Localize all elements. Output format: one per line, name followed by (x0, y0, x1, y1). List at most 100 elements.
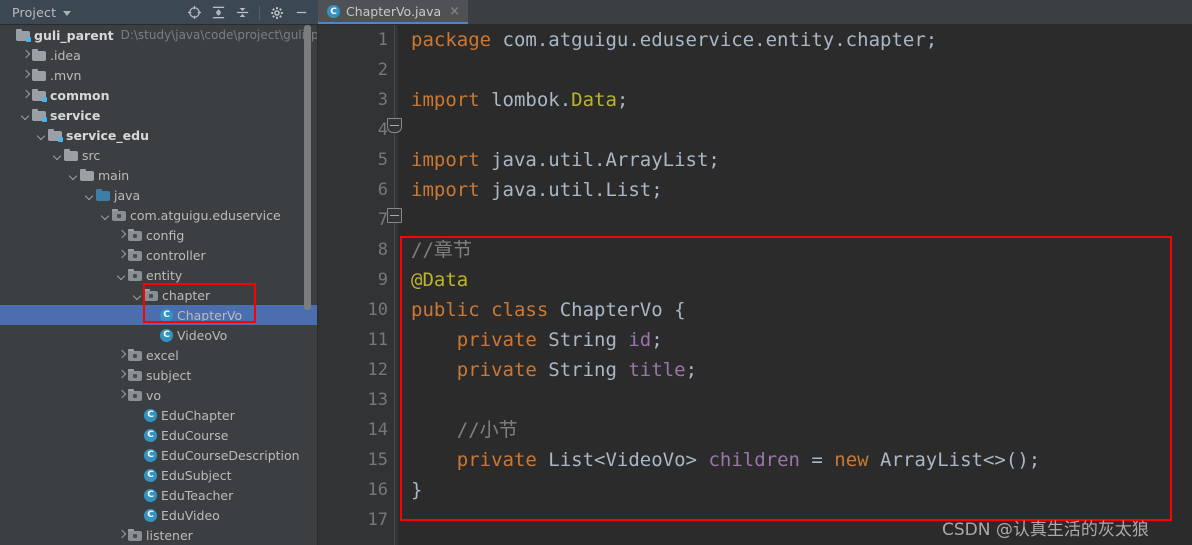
tree-item--idea[interactable]: .idea (0, 45, 317, 65)
close-icon[interactable]: × (449, 5, 460, 18)
code-line-16[interactable]: } (398, 475, 1192, 505)
tree-item-excel[interactable]: excel (0, 345, 317, 365)
chevron-right-icon[interactable] (116, 370, 127, 381)
chevron-right-icon[interactable] (116, 230, 127, 241)
code-line-2[interactable] (398, 55, 1192, 85)
hide-minimize-icon[interactable] (290, 2, 312, 24)
code-line-13[interactable] (398, 385, 1192, 415)
code-line-4[interactable] (398, 115, 1192, 145)
tree-item-videovo[interactable]: C VideoVo (0, 325, 317, 345)
tree-item-label: ChapterVo (177, 307, 243, 323)
tab-chaptervo-java[interactable]: C ChapterVo.java × (318, 0, 469, 24)
tree-item-eduvideo[interactable]: C EduVideo (0, 505, 317, 525)
chevron-down-icon[interactable] (84, 190, 95, 201)
tree-item-chaptervo[interactable]: C ChapterVo (0, 305, 317, 325)
toolbar-divider (259, 5, 260, 20)
chevron-down-icon[interactable] (68, 170, 79, 181)
code-token: package (411, 29, 503, 51)
chevron-right-icon[interactable] (20, 50, 31, 61)
editor-code-area[interactable]: package com.atguigu.eduservice.entity.ch… (398, 25, 1192, 545)
tree-item-label: VideoVo (177, 327, 228, 343)
project-toolwindow-title[interactable]: Project (12, 5, 56, 20)
code-line-15[interactable]: private List<VideoVo> children = new Arr… (398, 445, 1192, 475)
settings-gear-icon[interactable] (266, 2, 288, 24)
tree-item-subject[interactable]: subject (0, 365, 317, 385)
chevron-down-icon[interactable] (63, 10, 72, 16)
collapse-all-icon[interactable] (231, 2, 253, 24)
package-icon (128, 269, 142, 281)
package-icon (112, 209, 126, 221)
line-number: 2 (377, 60, 388, 80)
tree-item--mvn[interactable]: .mvn (0, 65, 317, 85)
code-line-11[interactable]: private String id; (398, 325, 1192, 355)
tree-item-service[interactable]: service (0, 105, 317, 125)
tree-item-label: config (146, 227, 185, 243)
fold-rail (394, 25, 395, 545)
chevron-down-icon[interactable] (132, 290, 143, 301)
tree-item-java[interactable]: java (0, 185, 317, 205)
tree-scrollbar[interactable] (304, 25, 311, 310)
code-token: import (411, 179, 492, 201)
tree-item-main[interactable]: main (0, 165, 317, 185)
code-line-7[interactable] (398, 205, 1192, 235)
chevron-right-icon[interactable] (20, 70, 31, 81)
chevron-right-icon[interactable] (116, 250, 127, 261)
tree-item-src[interactable]: src (0, 145, 317, 165)
tree-item-common[interactable]: common (0, 85, 317, 105)
module-folder-icon (32, 109, 47, 122)
tree-item-label: java (114, 187, 141, 203)
project-toolwindow-header: Project (0, 0, 318, 25)
code-line-8[interactable]: //章节 (398, 235, 1192, 265)
tree-item-educourse[interactable]: C EduCourse (0, 425, 317, 445)
code-line-9[interactable]: @Data (398, 265, 1192, 295)
tree-item-vo[interactable]: vo (0, 385, 317, 405)
tree-item-educoursedescription[interactable]: C EduCourseDescription (0, 445, 317, 465)
body: guli_parent D:\study\java\code\project\gu… (0, 25, 1192, 545)
chevron-down-icon[interactable] (36, 130, 47, 141)
chevron-right-icon[interactable] (116, 530, 127, 541)
tree-item-educhapter[interactable]: C EduChapter (0, 405, 317, 425)
code-token: = (811, 449, 835, 471)
editor-tab-bar: C ChapterVo.java × (318, 0, 1192, 25)
tree-item-chapter[interactable]: chapter (0, 285, 317, 305)
expand-all-icon[interactable] (207, 2, 229, 24)
line-number: 17 (367, 510, 388, 530)
tree-item-config[interactable]: config (0, 225, 317, 245)
project-tree-panel[interactable]: guli_parent D:\study\java\code\project\gu… (0, 25, 318, 545)
tree-item-label: .idea (50, 47, 81, 63)
chevron-down-icon[interactable] (20, 110, 31, 121)
code-line-14[interactable]: //小节 (398, 415, 1192, 445)
tree-item-guli-parent[interactable]: guli_parent D:\study\java\code\project\gu… (0, 25, 317, 45)
tree-item-label: entity (146, 267, 183, 283)
line-number: 12 (367, 360, 388, 380)
package-icon (128, 349, 142, 361)
chevron-down-icon[interactable] (100, 210, 111, 221)
chevron-down-icon[interactable] (116, 270, 127, 281)
tree-item-com-atguigu-eduservice[interactable]: com.atguigu.eduservice (0, 205, 317, 225)
tree-item-eduteacher[interactable]: C EduTeacher (0, 485, 317, 505)
code-editor[interactable]: 1 2 3 4 5 6 7 8 9 10 11 12 13 14 15 16 17 package com.at… (318, 25, 1192, 545)
chevron-right-icon[interactable] (116, 350, 127, 361)
tree-item-edusubject[interactable]: C EduSubject (0, 465, 317, 485)
code-line-3[interactable]: import lombok.Data; (398, 85, 1192, 115)
locate-target-icon[interactable] (183, 2, 205, 24)
folder-icon (80, 169, 94, 181)
code-line-6[interactable]: import java.util.List; (398, 175, 1192, 205)
code-line-1[interactable]: package com.atguigu.eduservice.entity.ch… (398, 25, 1192, 55)
tree-item-entity[interactable]: entity (0, 265, 317, 285)
code-line-5[interactable]: import java.util.ArrayList; (398, 145, 1192, 175)
chevron-down-icon[interactable] (52, 150, 63, 161)
module-folder-icon (16, 29, 31, 42)
tree-item-service-edu[interactable]: service_edu (0, 125, 317, 145)
chevron-right-icon[interactable] (20, 90, 31, 101)
chevron-right-icon[interactable] (116, 390, 127, 401)
tree-item-controller[interactable]: controller (0, 245, 317, 265)
code-line-10[interactable]: public class ChapterVo { (398, 295, 1192, 325)
editor-gutter[interactable]: 1 2 3 4 5 6 7 8 9 10 11 12 13 14 15 16 17 (318, 25, 398, 545)
tree-item-label: listener (146, 527, 193, 543)
tree-item-listener[interactable]: listener (0, 525, 317, 545)
code-line-12[interactable]: private String title; (398, 355, 1192, 385)
